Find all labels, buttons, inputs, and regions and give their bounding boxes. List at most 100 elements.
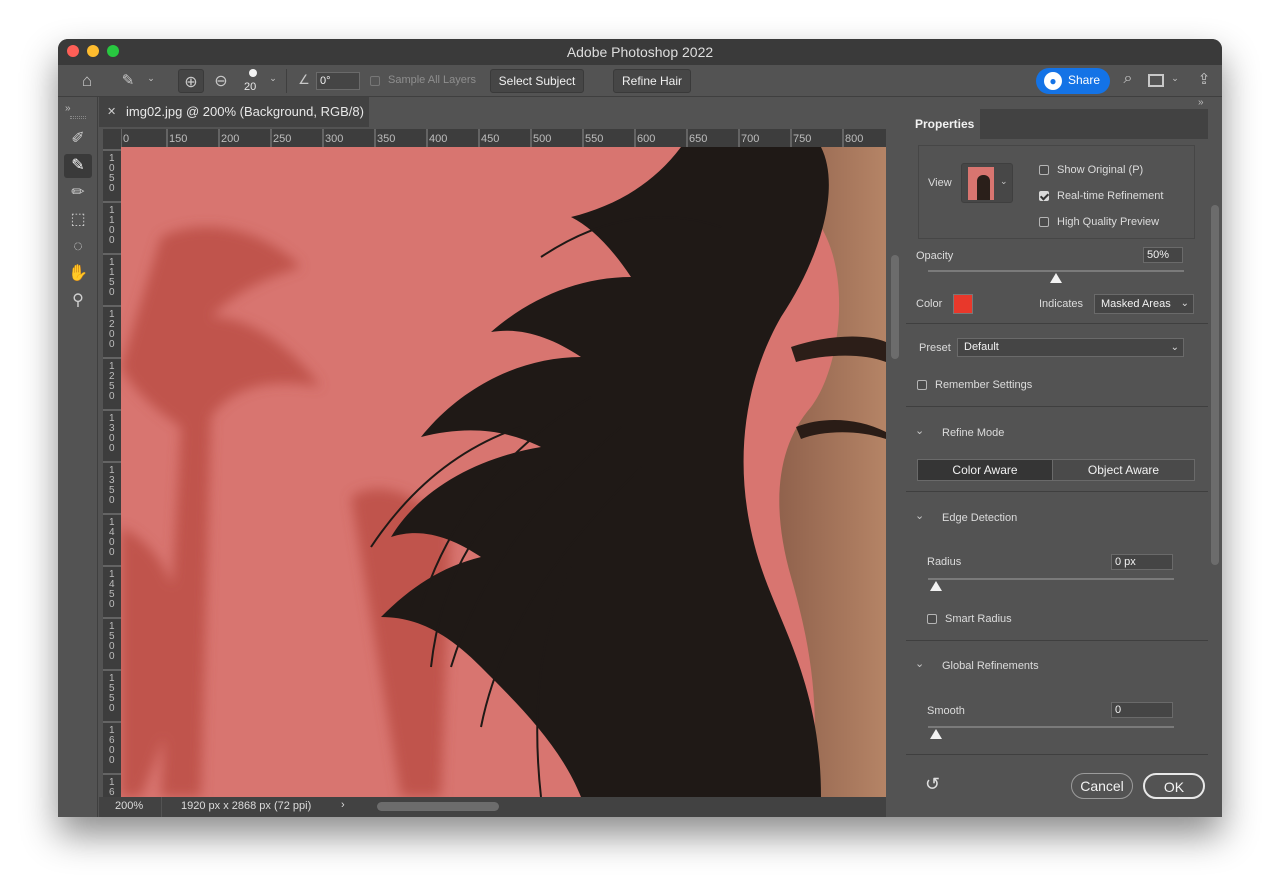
ok-button[interactable]: OK [1143, 773, 1205, 799]
app-title: Adobe Photoshop 2022 [566, 44, 714, 60]
refine-mode-heading[interactable]: Refine Mode [942, 427, 1004, 439]
view-mode-picker[interactable]: ⌄ [961, 163, 1013, 203]
chevron-down-icon: ⌄ [1170, 342, 1179, 353]
tab-properties[interactable]: Properties [906, 109, 980, 139]
divider [906, 323, 1208, 324]
panel-scrollbar-thumb[interactable] [1211, 205, 1219, 565]
close-tab-icon[interactable]: ✕ [107, 97, 116, 127]
global-refinements-heading[interactable]: Global Refinements [942, 660, 1039, 672]
object-selection-tool-icon[interactable]: ⬚ [64, 208, 92, 232]
refine-edge-brush-tool-icon[interactable]: ✎ [64, 154, 92, 178]
ruler-tick-label: 0 [109, 703, 115, 714]
radius-slider-thumb[interactable] [930, 581, 942, 591]
indicates-dropdown[interactable]: Masked Areas ⌄ [1094, 294, 1194, 314]
color-aware-button[interactable]: Color Aware [918, 460, 1052, 480]
angle-icon: ∠ [298, 72, 310, 87]
sample-all-layers-label: Sample All Layers [388, 74, 477, 86]
edge-detection-heading[interactable]: Edge Detection [942, 512, 1017, 524]
lasso-tool-icon[interactable]: ◌ [64, 235, 92, 259]
horizontal-scrollbar-thumb[interactable] [377, 802, 499, 811]
close-window-button[interactable] [67, 45, 79, 57]
minimize-window-button[interactable] [87, 45, 99, 57]
object-aware-button[interactable]: Object Aware [1053, 460, 1194, 480]
ruler-tick-label: 150 [169, 133, 187, 145]
opacity-label: Opacity [916, 250, 954, 262]
ruler-tick-label: 200 [221, 133, 239, 145]
sample-all-layers-checkbox[interactable] [370, 76, 380, 86]
zoom-tool-icon[interactable]: ⚲ [64, 289, 92, 313]
divider [906, 491, 1208, 492]
opacity-slider-track[interactable] [928, 270, 1184, 272]
home-icon[interactable]: ⌂ [76, 71, 98, 91]
radius-field[interactable]: 0 px [1111, 554, 1173, 570]
refine-hair-button[interactable]: Refine Hair [613, 69, 691, 93]
add-circle-icon: ⊕ [184, 74, 198, 91]
search-icon[interactable]: ⌕ [1118, 70, 1138, 88]
chevron-down-icon[interactable]: ⌄ [915, 509, 924, 522]
ruler-tick-label: 800 [845, 133, 863, 145]
hand-tool-icon[interactable]: ✋ [64, 262, 92, 286]
opacity-field[interactable]: 50% [1143, 247, 1183, 263]
ruler-tick-label: 500 [533, 133, 551, 145]
vertical-ruler: 1050110011501200125013001350140014501500… [103, 147, 121, 797]
preset-value: Default [964, 341, 999, 353]
quick-selection-tool-icon[interactable]: ✐ [64, 127, 92, 151]
radius-label: Radius [927, 556, 962, 568]
opacity-slider-thumb[interactable] [1050, 273, 1062, 283]
chevron-right-icon[interactable]: › [341, 799, 345, 811]
document-tab[interactable]: ✕ img02.jpg @ 200% (Background, RGB/8) [99, 97, 369, 127]
document-tab-title: img02.jpg @ 200% (Background, RGB/8) [126, 104, 364, 119]
zoom-window-button[interactable] [107, 45, 119, 57]
ruler-tick-label: 650 [689, 133, 707, 145]
smooth-slider-thumb[interactable] [930, 729, 942, 739]
smooth-field[interactable]: 0 [1111, 702, 1173, 718]
chevron-down-icon[interactable]: ⌄ [268, 73, 278, 84]
angle-field[interactable]: 0° [316, 72, 360, 90]
overlay-color-swatch[interactable] [953, 294, 973, 314]
realtime-refinement-checkbox[interactable] [1039, 191, 1049, 201]
chevron-down-icon[interactable]: ⌄ [915, 657, 924, 670]
color-label: Color [916, 298, 943, 310]
collapse-toolbar-icon[interactable]: » [65, 103, 71, 114]
high-quality-preview-checkbox[interactable] [1039, 217, 1049, 227]
reset-icon[interactable]: ↺ [925, 774, 940, 795]
brush-tool-icon[interactable]: ✏ [64, 181, 92, 205]
preset-dropdown[interactable]: Default ⌄ [957, 338, 1184, 357]
vertical-scrollbar-thumb[interactable] [891, 255, 899, 359]
panel-scrollbar[interactable] [1208, 139, 1222, 817]
workspace-icon[interactable] [1148, 74, 1164, 87]
toolbar-grip[interactable] [70, 116, 86, 119]
subtract-circle-icon[interactable]: ⊖ [210, 71, 232, 91]
properties-panel: » Properties View ⌄ Show Original (P) Re… [906, 97, 1222, 817]
cancel-button[interactable]: Cancel [1071, 773, 1133, 799]
smart-radius-label: Smart Radius [945, 613, 1012, 625]
radius-slider-track[interactable] [928, 578, 1174, 580]
smart-radius-checkbox[interactable] [927, 614, 937, 624]
remember-settings-checkbox[interactable] [917, 380, 927, 390]
indicates-value: Masked Areas [1101, 298, 1171, 310]
chevron-down-icon[interactable]: ⌄ [915, 424, 924, 437]
remember-settings-label: Remember Settings [935, 379, 1033, 391]
view-thumbnail [968, 167, 994, 200]
brush-size-picker[interactable]: 20 [244, 69, 260, 95]
zoom-level[interactable]: 200% [115, 800, 143, 812]
add-to-selection-button[interactable]: ⊕ [178, 69, 204, 93]
collapse-panel-icon[interactable]: » [1198, 97, 1204, 108]
options-bar: ⌂ ✎ ⌄ ⊕ ⊖ 20 ⌄ ∠ 0° Sample All Layers Se… [58, 65, 1222, 97]
ruler-tick-label: 600 [637, 133, 655, 145]
chevron-down-icon[interactable]: ⌄ [146, 73, 156, 89]
refine-edge-brush-preset-icon[interactable]: ✎ [116, 71, 140, 91]
image-canvas[interactable] [121, 147, 886, 797]
toolbar: » ✐ ✎ ✏ ⬚ ◌ ✋ ⚲ [58, 97, 98, 817]
show-original-checkbox[interactable] [1039, 165, 1049, 175]
select-subject-button[interactable]: Select Subject [490, 69, 584, 93]
chevron-down-icon[interactable]: ⌄ [1170, 73, 1180, 84]
ruler-tick-label: 250 [273, 133, 291, 145]
export-icon[interactable]: ⇪ [1194, 70, 1214, 88]
preset-label: Preset [919, 342, 951, 354]
ruler-tick-label: 0 [109, 651, 115, 662]
share-button[interactable]: ● Share [1036, 68, 1110, 94]
refine-mode-toggle: Color Aware Object Aware [917, 459, 1195, 481]
smooth-slider-track[interactable] [928, 726, 1174, 728]
vertical-scrollbar[interactable] [886, 147, 904, 797]
